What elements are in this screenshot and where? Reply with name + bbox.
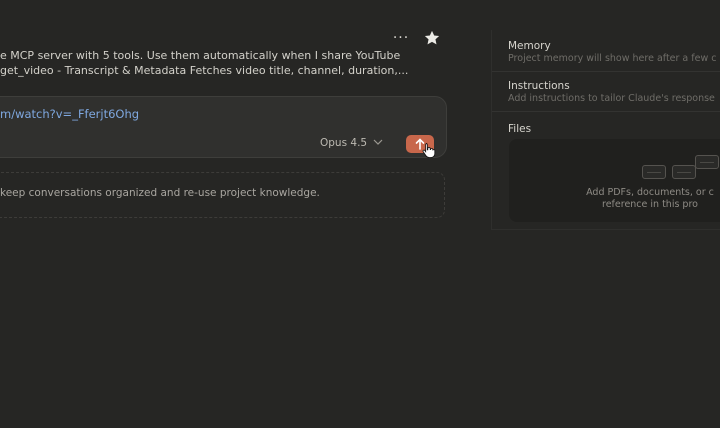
- memory-subtitle: Project memory will show here after a fe…: [508, 53, 717, 64]
- hand-cursor-icon: [422, 142, 436, 158]
- project-description: e MCP server with 5 tools. Use them auto…: [0, 48, 440, 78]
- files-hint: Add PDFs, documents, or c reference in t…: [540, 187, 720, 211]
- files-title: Files: [508, 123, 532, 135]
- tip-text: keep conversations organized and re-use …: [0, 187, 320, 199]
- memory-title: Memory: [508, 40, 551, 52]
- files-hint-line: Add PDFs, documents, or c: [586, 187, 714, 198]
- star-icon[interactable]: [423, 29, 441, 47]
- description-line: get_video - Transcript & Metadata Fetche…: [0, 64, 409, 77]
- document-icon: [642, 165, 666, 179]
- composer-input[interactable]: m/watch?v=_Fferjt6Ohg: [0, 107, 139, 121]
- divider: [492, 111, 720, 112]
- divider: [492, 71, 720, 72]
- instructions-subtitle: Add instructions to tailor Claude's resp…: [508, 93, 715, 104]
- document-icon: [695, 155, 719, 169]
- description-line: e MCP server with 5 tools. Use them auto…: [0, 49, 401, 62]
- document-icon: [672, 165, 696, 179]
- files-hint-line: reference in this pro: [602, 199, 698, 210]
- model-label: Opus 4.5: [320, 137, 368, 149]
- model-selector[interactable]: Opus 4.5: [320, 137, 383, 149]
- more-options-button[interactable]: ···: [390, 30, 412, 46]
- instructions-title[interactable]: Instructions: [508, 80, 570, 92]
- chevron-down-icon: [373, 137, 383, 149]
